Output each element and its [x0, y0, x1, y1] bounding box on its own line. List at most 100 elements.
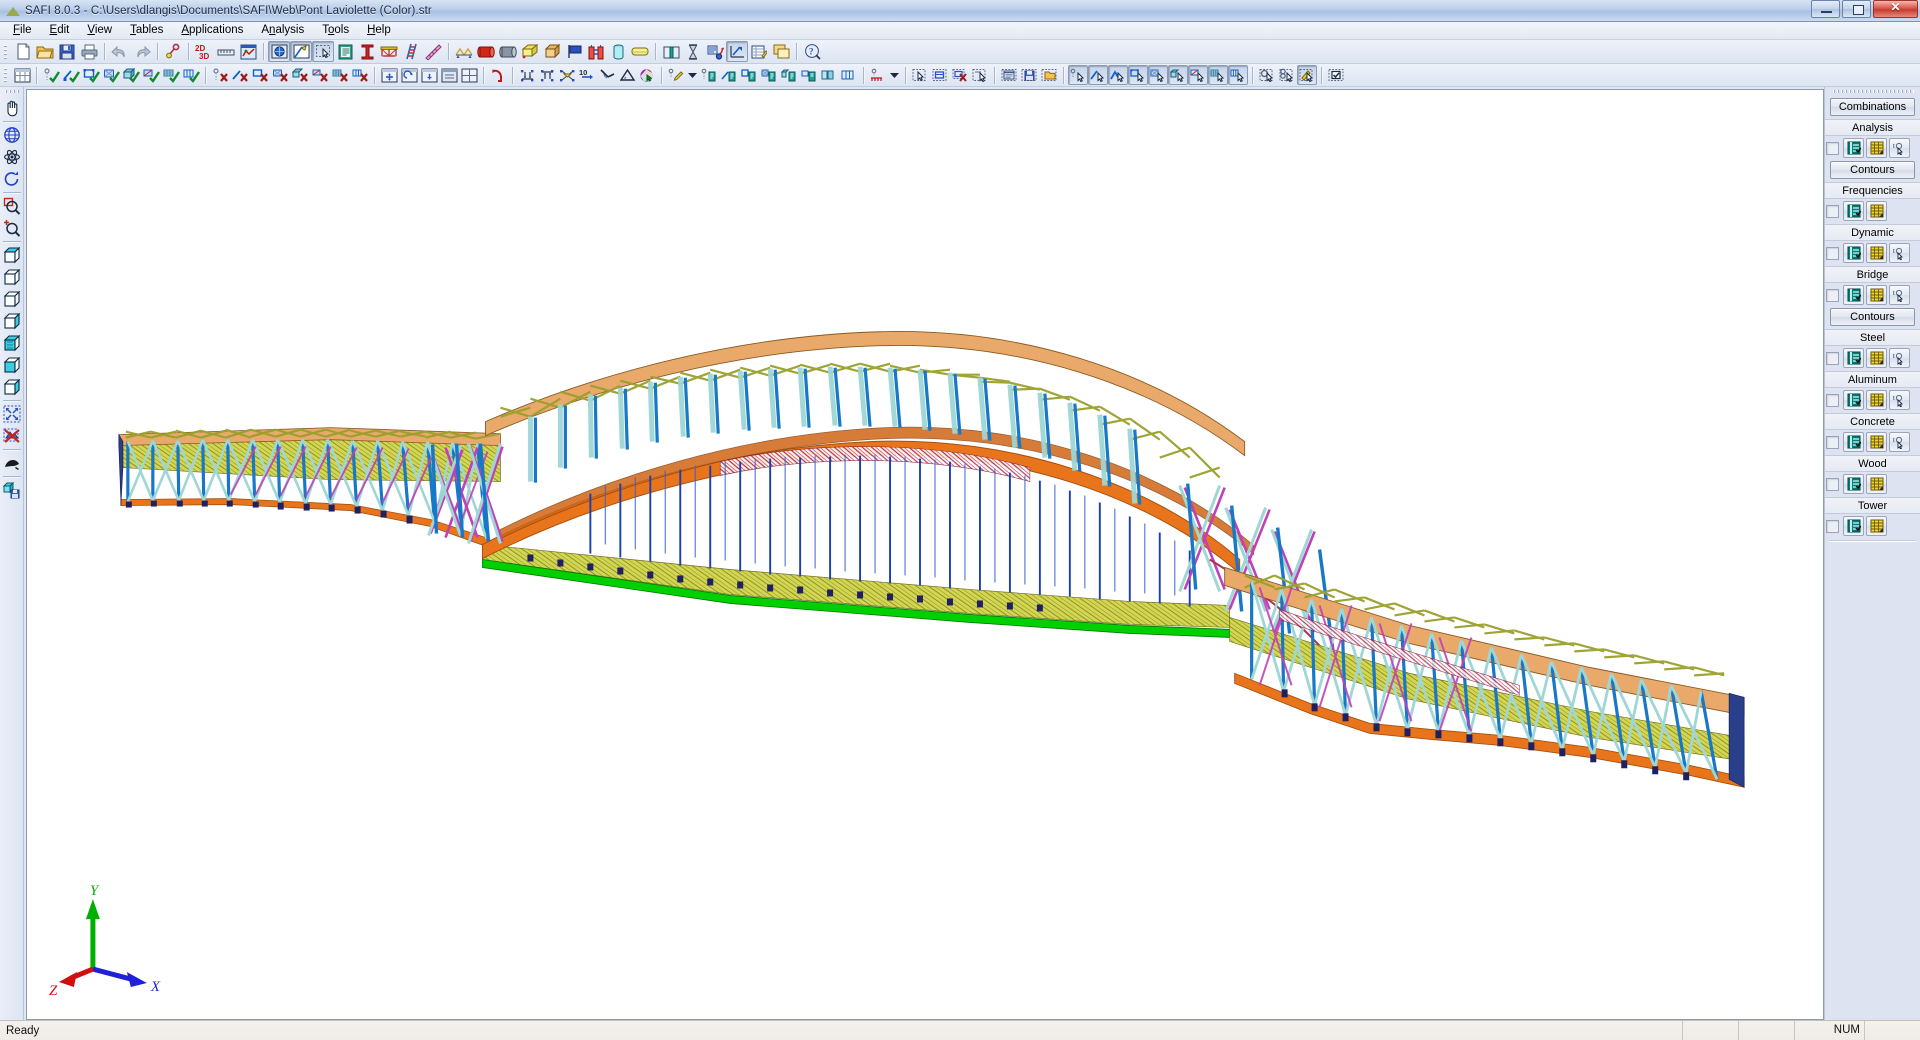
hide-shells-icon[interactable] — [270, 65, 290, 85]
view-wireframe-icon[interactable] — [1, 266, 23, 288]
help-search-icon[interactable]: ? — [801, 41, 823, 62]
results-pick-icon[interactable]: t — [1889, 138, 1910, 158]
model-viewport[interactable]: Y X Z — [26, 89, 1824, 1020]
view-top-icon[interactable] — [1, 332, 23, 354]
checkbox-select-icon[interactable] — [1326, 65, 1346, 85]
open-selection-icon[interactable] — [1039, 65, 1059, 85]
hide-mesh-icon[interactable] — [330, 65, 350, 85]
cylinder-tank-icon[interactable] — [607, 41, 629, 62]
triangle-measure-icon[interactable] — [617, 65, 637, 85]
dynamic-checkbox[interactable] — [1826, 246, 1839, 260]
angle-measure-icon[interactable] — [597, 65, 617, 85]
hide-members-icon[interactable] — [230, 65, 250, 85]
results-table-icon[interactable] — [1866, 138, 1887, 158]
menu-view[interactable]: View — [78, 22, 121, 39]
results-table-icon[interactable] — [1866, 474, 1887, 494]
gray-beam-icon[interactable] — [497, 41, 519, 62]
fit-selection-icon[interactable] — [1, 403, 23, 425]
menu-applications[interactable]: Applications — [172, 22, 252, 39]
pick-shell-icon[interactable] — [1148, 65, 1168, 85]
contours-button-2[interactable]: Contours — [1830, 308, 1915, 326]
ruler-icon[interactable] — [215, 41, 237, 62]
fit-window-icon[interactable] — [399, 65, 419, 85]
show-solids-icon[interactable] — [121, 65, 141, 85]
view-left-icon[interactable] — [1, 310, 23, 332]
steel-checkbox[interactable] — [1826, 351, 1839, 365]
results-list-icon[interactable] — [1843, 285, 1864, 305]
menu-edit[interactable]: Edit — [41, 22, 79, 39]
toolbar-grip[interactable] — [3, 42, 9, 61]
label-groups-icon[interactable] — [819, 65, 839, 85]
edit-table-icon[interactable] — [748, 41, 770, 62]
menu-analysis[interactable]: Analysis — [252, 22, 313, 39]
frequencies-checkbox[interactable] — [1826, 204, 1839, 218]
hide-nodes-icon[interactable] — [210, 65, 230, 85]
zoom-select-icon[interactable] — [1257, 65, 1277, 85]
label-members-icon[interactable] — [719, 65, 739, 85]
results-pick-icon[interactable]: t — [1889, 390, 1910, 410]
color-palette-icon[interactable] — [637, 65, 657, 85]
results-list-icon[interactable] — [1843, 243, 1864, 263]
results-list-icon[interactable] — [1843, 432, 1864, 452]
results-table-icon[interactable] — [1866, 285, 1887, 305]
clear-view-icon[interactable] — [1, 425, 23, 447]
vtoolbar-grip[interactable] — [3, 89, 20, 95]
zoom-node-icon[interactable] — [1277, 65, 1297, 85]
minimize-button[interactable] — [1811, 0, 1840, 18]
view-iso-icon[interactable] — [1, 244, 23, 266]
red-beam-icon[interactable] — [475, 41, 497, 62]
contours-button-1[interactable]: Contours — [1830, 161, 1915, 179]
truss-supports-icon[interactable] — [453, 41, 475, 62]
menu-tables[interactable]: Tables — [121, 22, 172, 39]
2d-3d-toggle-icon[interactable]: 2D 3D — [193, 41, 215, 62]
zoom-window-icon[interactable] — [439, 65, 459, 85]
pick-mesh-icon[interactable] — [1208, 65, 1228, 85]
draw-model-icon[interactable] — [290, 41, 312, 62]
window-cascade-icon[interactable] — [770, 41, 792, 62]
bridge-deck-icon[interactable] — [378, 41, 400, 62]
analysis-run-icon[interactable] — [704, 41, 726, 62]
axis-transform-icon[interactable] — [726, 41, 748, 62]
plate-surface-icon[interactable] — [629, 41, 651, 62]
pick-plate-icon[interactable] — [1128, 65, 1148, 85]
results-table-icon[interactable] — [1866, 348, 1887, 368]
pick-chain-icon[interactable] — [1108, 65, 1128, 85]
deselect-icon[interactable] — [950, 65, 970, 85]
render-view-icon[interactable] — [268, 41, 290, 62]
results-table-icon[interactable] — [1866, 243, 1887, 263]
show-nodes-icon[interactable] — [41, 65, 61, 85]
results-list-icon[interactable] — [1843, 348, 1864, 368]
pick-solid-icon[interactable] — [1168, 65, 1188, 85]
stair-ladder-icon[interactable] — [400, 41, 422, 62]
toolbar-grip[interactable] — [3, 66, 9, 84]
zoom-extents-icon[interactable] — [1, 217, 23, 239]
pan-hand-icon[interactable] — [1, 97, 23, 119]
combinations-button[interactable]: Combinations — [1830, 98, 1915, 116]
results-list-icon[interactable] — [1843, 138, 1864, 158]
restore-button[interactable] — [1842, 0, 1871, 18]
show-mesh-icon[interactable] — [161, 65, 181, 85]
results-panel-grip[interactable] — [1833, 88, 1914, 95]
label-shells-icon[interactable] — [759, 65, 779, 85]
grid-window-icon[interactable] — [12, 65, 32, 85]
highlight-select-icon[interactable] — [1297, 65, 1317, 85]
chart-graph-icon[interactable] — [237, 41, 259, 62]
view-right-icon[interactable] — [1, 354, 23, 376]
show-plates-icon[interactable] — [81, 65, 101, 85]
orbit-atom-icon[interactable] — [1, 146, 23, 168]
hide-panels-icon[interactable] — [350, 65, 370, 85]
results-list-icon[interactable] — [1843, 201, 1864, 221]
measure-diagonal-icon[interactable] — [422, 41, 444, 62]
blue-flag-icon[interactable] — [563, 41, 585, 62]
solid-block-icon[interactable] — [541, 41, 563, 62]
book-open-icon[interactable] — [660, 41, 682, 62]
save-view-icon[interactable] — [1, 479, 23, 501]
label-plates-icon[interactable] — [739, 65, 759, 85]
label-solids-icon[interactable] — [779, 65, 799, 85]
pan-window-icon[interactable] — [379, 65, 399, 85]
save-disk-icon[interactable] — [56, 41, 78, 62]
section-profile-icon[interactable] — [356, 41, 378, 62]
globe-rotate-icon[interactable] — [1, 124, 23, 146]
pick-support-icon[interactable] — [1188, 65, 1208, 85]
analysis-checkbox[interactable] — [1826, 141, 1839, 155]
